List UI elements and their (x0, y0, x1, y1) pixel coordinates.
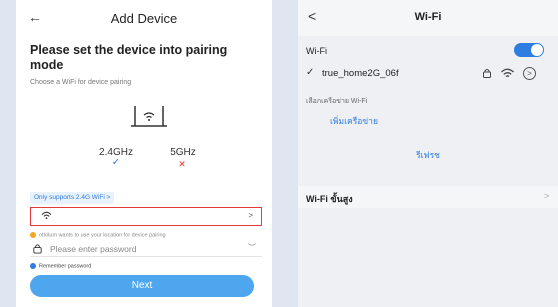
wifi-icon (41, 211, 52, 222)
location-notice-text: ottolum wants to use your location for d… (39, 232, 166, 239)
location-notice: ottolum wants to use your location for d… (30, 232, 166, 238)
network-info-icon[interactable]: > (523, 67, 536, 80)
lock-icon (483, 69, 491, 78)
select-network-label: เลือกเครือข่าย Wi-Fi (306, 98, 368, 105)
lock-icon (33, 244, 42, 254)
connected-network-row[interactable]: ✓ true_home2G_06f > (298, 64, 558, 84)
eye-hidden-icon[interactable]: ︶ (248, 242, 256, 253)
network-name: true_home2G_06f (322, 68, 399, 79)
warning-icon (30, 232, 36, 238)
page-title: Add Device (110, 11, 178, 26)
refresh-link[interactable]: รีเฟรช (298, 148, 558, 162)
page-title: Wi-Fi (414, 11, 442, 23)
checkbox-icon (30, 263, 36, 269)
pairing-subheading: Choose a WiFi for device pairing (30, 79, 132, 86)
toggle-knob (531, 44, 543, 56)
wifi-toggle-label: Wi-Fi (306, 46, 327, 56)
add-device-screen: ← Add Device Please set the device into … (16, 0, 272, 307)
check-icon: ✓ (111, 157, 121, 168)
check-icon: ✓ (306, 67, 315, 78)
header: ← Add Device (16, 0, 272, 36)
password-input[interactable] (50, 243, 230, 255)
remember-password-checkbox[interactable]: Remember password (30, 263, 91, 269)
band-5ghz-label: 5GHz (170, 147, 196, 158)
advanced-wifi-label: Wi-Fi ขั้นสูง (306, 194, 353, 204)
advanced-wifi-row[interactable]: Wi-Fi ขั้นสูง > (298, 186, 558, 208)
next-button[interactable]: Next (30, 275, 254, 297)
router-icon (131, 106, 167, 127)
pairing-heading: Please set the device into pairing mode (30, 43, 228, 72)
chevron-right-icon: > (544, 191, 550, 201)
cross-icon: ✕ (178, 159, 186, 169)
chevron-right-icon: > (248, 211, 253, 220)
wifi-select-field[interactable]: > (30, 207, 262, 226)
wifi-signal-icon (501, 68, 514, 78)
password-row: ︶ (30, 241, 262, 257)
add-network-link[interactable]: เพิ่มเครือข่าย (330, 114, 378, 128)
wifi-toggle[interactable] (514, 43, 544, 57)
only-supports-link[interactable]: Only supports 2.4G WiFi > (30, 192, 115, 204)
remember-password-label: Remember password (39, 263, 92, 270)
header: < Wi-Fi (298, 0, 558, 36)
wifi-settings-screen: < Wi-Fi Wi-Fi ✓ true_home2G_06f > เลือกเ… (298, 0, 558, 307)
